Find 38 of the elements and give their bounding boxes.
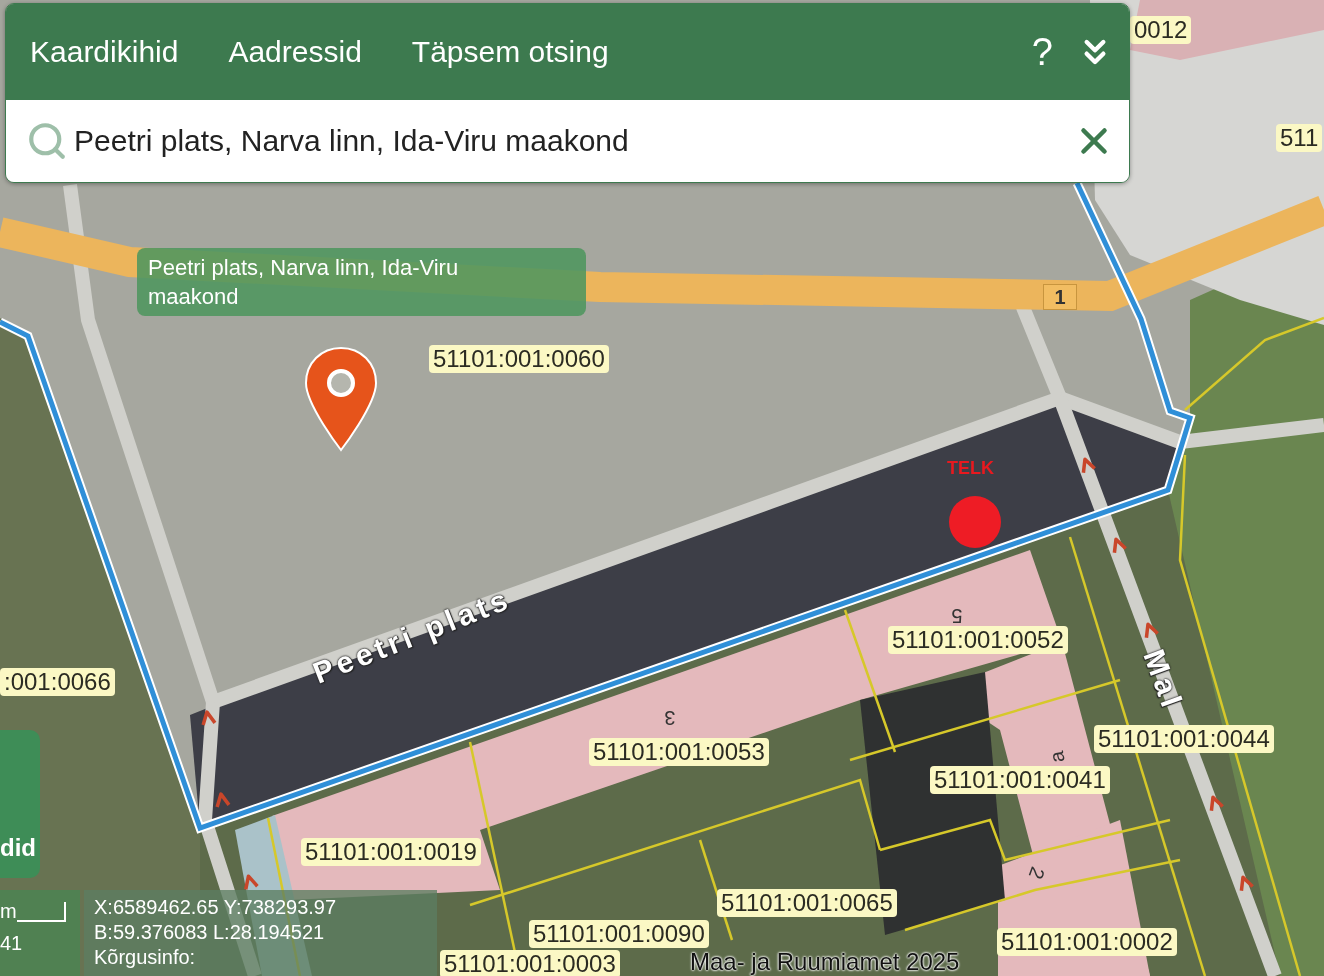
parcel-number-label: 51101:001:0002 <box>997 928 1177 956</box>
street-name-label: Mal <box>1136 645 1190 715</box>
coordinate-text: Kõrgusinfo: <box>94 945 197 970</box>
parcel-number-label: 51101:001:0090 <box>529 920 709 948</box>
house-number-label: 5 <box>951 605 963 627</box>
parcel-number-label: 51101:001:0053 <box>589 738 769 766</box>
parcel-number-label: 51101:001:0019 <box>301 838 481 866</box>
scale-bar-icon <box>16 902 67 922</box>
parcel-number-label: 0012 <box>1130 16 1192 44</box>
attribution-text: Maa- ja Ruumiamet 2025 <box>690 948 960 976</box>
point-label: TELK <box>947 458 994 478</box>
nav-tab[interactable]: Täpsem otsing <box>411 29 609 75</box>
parcel-number-label: 51101:001:0003 <box>440 950 620 976</box>
parcel-number-label: 51101:001:0044 <box>1094 725 1274 753</box>
house-number-label: 3 <box>664 707 676 729</box>
search-icon <box>26 120 68 162</box>
address-tooltip: Peetri plats, Narva linn, Ida-Viru maakond <box>137 248 586 316</box>
help-button[interactable]: ? <box>1027 30 1057 74</box>
search-input[interactable]: Peetri plats, Narva linn, Ida-Viru maakond <box>74 120 1067 162</box>
nav-tab[interactable]: Aadressid <box>228 29 362 75</box>
point-marker-icon <box>949 496 1001 548</box>
parcel-number-label: 51101:001:0065 <box>717 889 897 917</box>
scale-unit-label: m <box>0 900 17 922</box>
parcel-number-label: 511 <box>1276 124 1323 152</box>
parcel-number-label: 51101:001:0052 <box>888 626 1068 654</box>
house-number-label: a <box>1045 749 1069 765</box>
parcel-number-label: :001:0066 <box>0 668 115 696</box>
coordinate-text: X:6589462.65 Y:738293.97 <box>94 895 338 920</box>
layers-button[interactable]: did <box>0 730 40 878</box>
parcel-number-label: 51101:001:0041 <box>930 766 1110 794</box>
search-field[interactable]: Peetri plats, Narva linn, Ida-Viru maakond <box>6 100 1129 182</box>
parcel-number-label: 51101:001:0060 <box>429 345 609 373</box>
scale-value-label: 41 <box>0 932 24 954</box>
coordinate-text: B:59.376083 L:28.194521 <box>94 920 326 945</box>
nav-tab[interactable]: Kaardikihid <box>30 29 179 75</box>
house-number-label: 2 <box>1024 864 1050 882</box>
road-number-label: 1 <box>1043 284 1077 310</box>
map-pin-icon <box>303 345 379 453</box>
